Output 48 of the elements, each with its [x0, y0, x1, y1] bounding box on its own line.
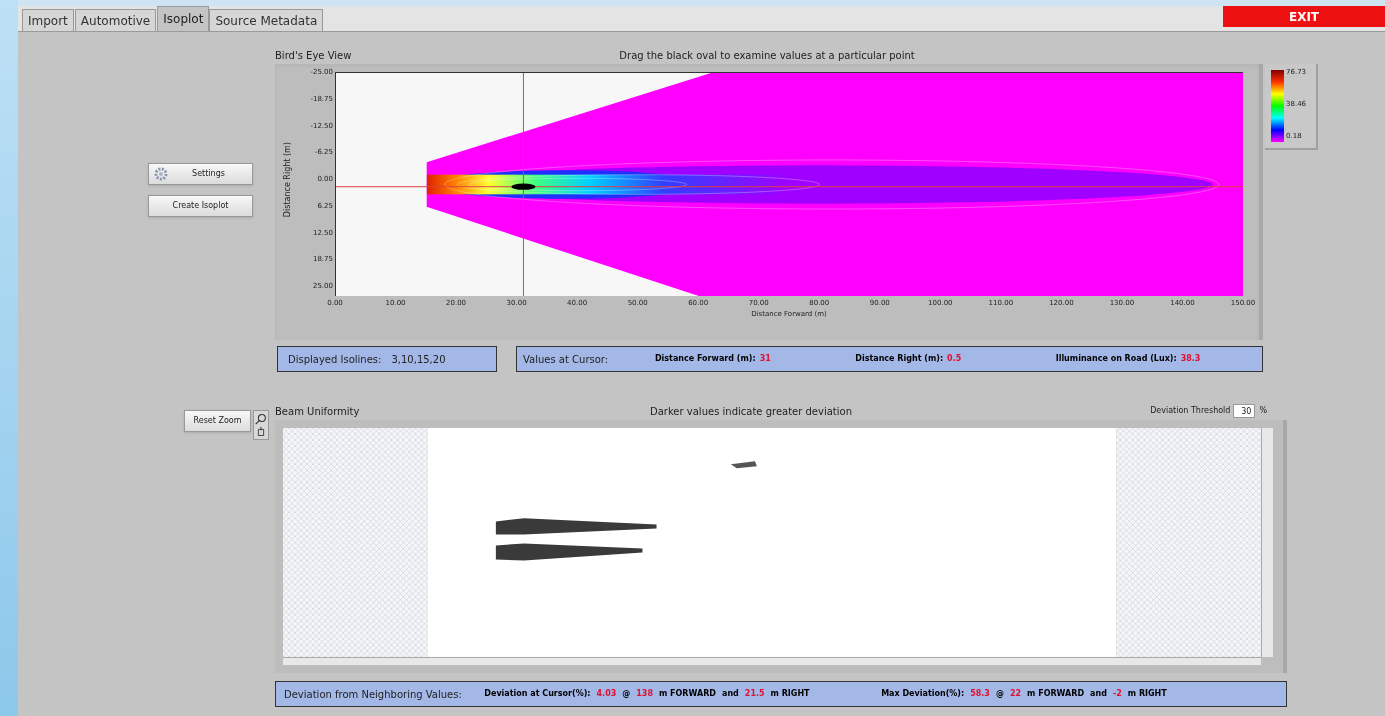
field-value: 38.3	[1180, 353, 1201, 365]
field-value: 3,10,15,20	[391, 352, 446, 367]
unit-label: %	[1259, 405, 1267, 417]
axis-label: Distance Right (m)	[283, 142, 294, 218]
field-value: 4.03	[596, 688, 617, 700]
tab[interactable]: Import	[22, 9, 74, 31]
field-label: Deviation at Cursor(%):	[484, 688, 591, 700]
exit-button[interactable]: EXIT	[1223, 6, 1385, 27]
chart-subtitle: Darker values indicate greater deviation	[650, 404, 852, 419]
tab[interactable]: Automotive	[74, 9, 157, 31]
field-text: and	[722, 688, 739, 700]
field-text: and	[1090, 688, 1107, 700]
field-value: 0.5	[947, 353, 962, 365]
field-label: Displayed Isolines:	[288, 352, 382, 367]
field-text: m RIGHT	[1127, 688, 1167, 700]
horizontal-scrollbar[interactable]	[283, 656, 1261, 665]
field-text: m FORWARD	[1027, 688, 1085, 700]
tab[interactable]: Source Metadata	[209, 9, 324, 31]
create-isoplot-button[interactable]: Create Isoplot	[148, 195, 253, 217]
field-value: 138	[636, 688, 653, 700]
field-text: m RIGHT	[770, 688, 810, 700]
chart-subtitle: Drag the black oval to examine values at a particular point	[619, 49, 915, 63]
cursor-oval[interactable]	[511, 183, 536, 190]
color-ramp	[1271, 70, 1284, 142]
field-value: 31	[759, 353, 771, 365]
chart-title: Beam Uniformity	[275, 404, 361, 419]
gear-icon	[153, 166, 169, 182]
zoom-tool-icon[interactable]	[253, 410, 269, 440]
field-value: 21.5	[744, 688, 765, 700]
field-text: @	[995, 688, 1004, 700]
chart-title: Bird's Eye View	[275, 49, 352, 63]
field-value: 22	[1009, 688, 1022, 700]
field-value: -2	[1112, 688, 1122, 700]
tab[interactable]: Isoplot	[157, 6, 210, 31]
field-label: Max Deviation(%):	[881, 688, 965, 700]
field-label: Deviation Threshold	[1150, 405, 1231, 417]
vertical-scrollbar[interactable]	[1261, 428, 1273, 657]
field-label: Distance Right (m):	[855, 353, 944, 365]
field-label: Illuminance on Road (Lux):	[1055, 353, 1177, 365]
field-label: Values at Cursor:	[523, 352, 610, 367]
reset-zoom-button[interactable]: Reset Zoom	[184, 410, 251, 432]
settings-button[interactable]: Settings	[148, 163, 253, 185]
threshold-field[interactable]: 30	[1233, 404, 1256, 418]
field-label: Distance Forward (m):	[654, 353, 756, 365]
field-text: m FORWARD	[659, 688, 716, 700]
field-label: Deviation from Neighboring Values:	[284, 687, 463, 702]
field-text: @	[622, 688, 631, 700]
field-value: 58.3	[970, 688, 990, 700]
